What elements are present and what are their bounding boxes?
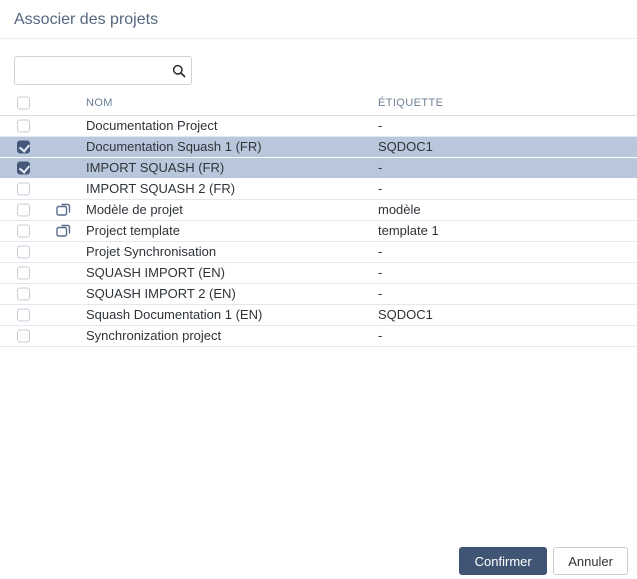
project-label: -: [378, 118, 383, 133]
table-row[interactable]: Project template template 1: [0, 221, 637, 242]
row-checkbox[interactable]: [17, 245, 30, 259]
project-label: modèle: [378, 202, 421, 217]
project-name: Documentation Squash 1 (FR): [86, 139, 262, 154]
row-checkbox[interactable]: [17, 182, 30, 196]
column-header-name: NOM: [86, 97, 113, 109]
table-row[interactable]: IMPORT SQUASH 2 (FR) -: [0, 179, 637, 200]
project-name: Project template: [86, 223, 180, 238]
table-row[interactable]: Modèle de projet modèle: [0, 200, 637, 221]
table-row[interactable]: Documentation Squash 1 (FR) SQDOC1: [0, 137, 637, 158]
row-checkbox[interactable]: [17, 224, 30, 238]
project-name: Synchronization project: [86, 328, 222, 343]
project-name: Documentation Project: [86, 118, 218, 133]
project-table: NOM ÉTIQUETTE Documentation Project - Do…: [0, 92, 637, 347]
search-box: [14, 56, 192, 85]
search-icon[interactable]: [167, 64, 191, 78]
title-divider: [0, 38, 637, 39]
search-input[interactable]: [15, 57, 167, 84]
project-table-header: NOM ÉTIQUETTE: [0, 92, 637, 116]
template-icon: [56, 203, 71, 217]
project-table-body: Documentation Project - Documentation Sq…: [0, 116, 637, 347]
cancel-button[interactable]: Annuler: [553, 547, 628, 575]
row-checkbox[interactable]: [17, 161, 30, 175]
project-label: -: [378, 181, 383, 196]
table-row[interactable]: Squash Documentation 1 (EN) SQDOC1: [0, 305, 637, 326]
table-row[interactable]: IMPORT SQUASH (FR) -: [0, 158, 637, 179]
project-label: -: [378, 286, 383, 301]
table-row[interactable]: Synchronization project -: [0, 326, 637, 347]
select-all-checkbox[interactable]: [17, 96, 30, 110]
confirm-button[interactable]: Confirmer: [459, 547, 548, 575]
column-header-label: ÉTIQUETTE: [378, 97, 444, 109]
project-name: Squash Documentation 1 (EN): [86, 307, 263, 322]
table-row[interactable]: SQUASH IMPORT 2 (EN) -: [0, 284, 637, 305]
template-icon: [56, 224, 71, 238]
row-checkbox[interactable]: [17, 140, 30, 154]
project-name: Projet Synchronisation: [86, 244, 217, 259]
project-label: -: [378, 244, 383, 259]
project-name: SQUASH IMPORT 2 (EN): [86, 286, 236, 301]
footer-buttons: Confirmer Annuler: [459, 547, 628, 575]
table-row[interactable]: Documentation Project -: [0, 116, 637, 137]
project-name: Modèle de projet: [86, 202, 183, 217]
row-checkbox[interactable]: [17, 287, 30, 301]
table-row[interactable]: SQUASH IMPORT (EN) -: [0, 263, 637, 284]
dialog-title: Associer des projets: [14, 11, 159, 28]
project-name: IMPORT SQUASH 2 (FR): [86, 181, 236, 196]
project-name: IMPORT SQUASH (FR): [86, 160, 225, 175]
row-checkbox[interactable]: [17, 266, 30, 280]
project-label: -: [378, 328, 383, 343]
row-checkbox[interactable]: [17, 308, 30, 322]
project-name: SQUASH IMPORT (EN): [86, 265, 225, 280]
project-label: template 1: [378, 223, 439, 238]
row-checkbox[interactable]: [17, 203, 30, 217]
table-row[interactable]: Projet Synchronisation -: [0, 242, 637, 263]
project-label: -: [378, 160, 383, 175]
project-label: -: [378, 265, 383, 280]
row-checkbox[interactable]: [17, 119, 30, 133]
project-label: SQDOC1: [378, 307, 433, 322]
associate-projects-dialog: Associer des projets NOM ÉTIQUETTE Docum…: [0, 0, 637, 579]
project-label: SQDOC1: [378, 139, 433, 154]
row-checkbox[interactable]: [17, 329, 30, 343]
